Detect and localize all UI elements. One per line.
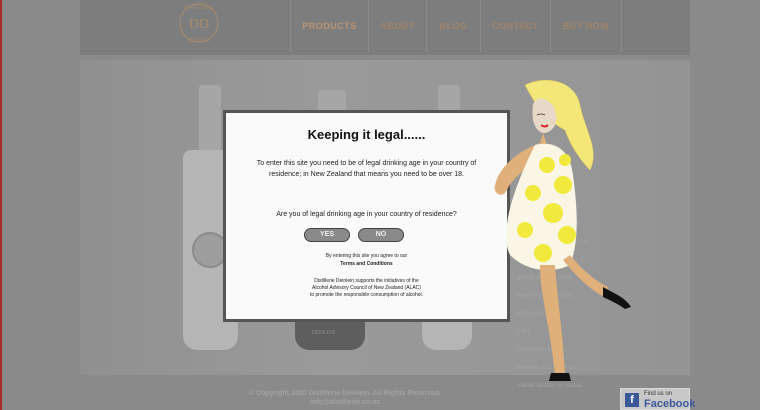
nav-about[interactable]: ABOUT xyxy=(368,0,426,52)
nav-products[interactable]: PRODUCTS xyxy=(290,0,368,52)
alac-line-2: Alcohol Advisory Council of New Zealand … xyxy=(312,285,421,291)
dialog-intro: To enter this site you need to be of leg… xyxy=(256,160,477,178)
logo-arc-bottom: DEINLEIN xyxy=(187,39,211,44)
yes-button[interactable]: YES xyxy=(304,228,350,242)
copyright-text: © Copyright 2010 Distillerie Deinlein. A… xyxy=(248,390,441,397)
agree-text: By entering this site you agree to our xyxy=(325,253,408,259)
bottle-1-neck xyxy=(199,85,221,155)
alac-line-1: Distillerie Deinlein supports the initia… xyxy=(314,278,419,284)
facebook-icon: f xyxy=(625,393,639,407)
nav-blog[interactable]: BLOG xyxy=(426,0,480,52)
left-edge-stripe xyxy=(0,0,2,410)
terms-link[interactable]: Terms and Conditions xyxy=(246,261,487,268)
logo-monogram: DD xyxy=(189,17,209,32)
nav-contact-label: CONTACT xyxy=(492,21,539,31)
woman-illustration xyxy=(494,79,631,381)
nav-blog-label: BLOG xyxy=(439,21,468,31)
bottle-2-label: DEINLEIN xyxy=(312,330,336,336)
facebook-big-text: Facebook xyxy=(644,398,696,410)
nav-buy-now[interactable]: BUY NOW xyxy=(550,0,622,52)
nav-about-label: ABOUT xyxy=(380,21,415,31)
footer-email-link[interactable]: info@distillerie.co.nz xyxy=(230,399,460,406)
distillerie-logo[interactable]: DD DISTILLERIE DEINLEIN xyxy=(172,0,226,46)
facebook-badge[interactable]: f Find us on Facebook xyxy=(620,388,695,410)
nav-contact[interactable]: CONTACT xyxy=(480,0,550,52)
no-button[interactable]: NO xyxy=(358,228,404,242)
logo-arc-text: DISTILLERIE xyxy=(184,6,214,11)
dialog-question: Are you of legal drinking age in your co… xyxy=(276,211,457,218)
alac-line-3: to promote the responsible consumption o… xyxy=(309,292,424,298)
nav-products-label: PRODUCTS xyxy=(302,21,357,31)
nav-buy-now-label: BUY NOW xyxy=(562,21,610,31)
facebook-small-text: Find us on xyxy=(644,391,673,397)
